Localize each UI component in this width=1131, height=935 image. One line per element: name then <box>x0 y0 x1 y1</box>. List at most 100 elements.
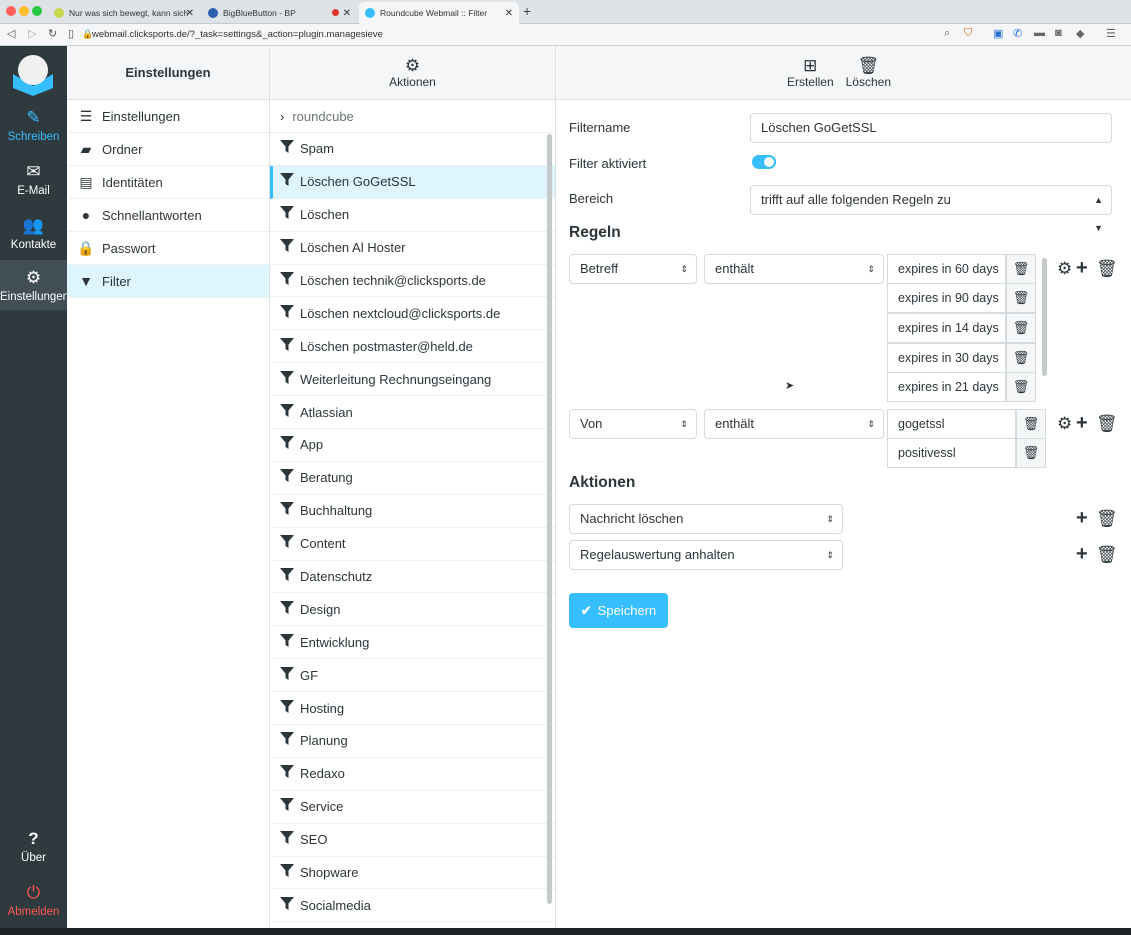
rule2-value-1-delete[interactable]: 🗑 <box>1016 409 1046 439</box>
action1-add-icon[interactable]: + <box>1076 507 1088 530</box>
rule2-delete-icon[interactable]: 🗑 <box>1096 414 1118 434</box>
rule1-value-1-delete[interactable]: 🗑 <box>1006 254 1036 284</box>
nav-compose[interactable]: ✎ Schreiben <box>0 108 67 160</box>
rule1-value-2[interactable]: expires in 90 days <box>887 283 1006 313</box>
url-field[interactable]: webmail.clicksports.de/?_task=settings&_… <box>92 26 992 43</box>
filter-list-item[interactable]: Weiterleitung Rechnungseingang <box>270 363 555 397</box>
filter-list-item[interactable]: Buchhaltung <box>270 495 555 528</box>
browser-tab-2[interactable]: BigBlueButton - BP ✕ <box>202 2 357 24</box>
rule1-advanced-gear-icon[interactable]: ⚙ <box>1057 259 1072 279</box>
settings-item-password[interactable]: 🔒 Passwort <box>67 232 269 265</box>
create-button[interactable]: ⊞ Erstellen <box>787 56 834 89</box>
filter-list-item[interactable]: Löschen Al Hoster <box>270 232 555 265</box>
filter-list-item[interactable]: Löschen <box>270 199 555 232</box>
camera-icon[interactable]: ◙ <box>1055 27 1062 39</box>
forward-icon[interactable]: ▷ <box>28 27 36 40</box>
rule2-value-2[interactable]: positivessl <box>887 438 1016 468</box>
action2-add-icon[interactable]: + <box>1076 543 1088 566</box>
settings-item-filter[interactable]: ▼ Filter <box>67 265 269 298</box>
filter-list-item[interactable]: App <box>270 429 555 462</box>
rule1-delete-icon[interactable]: 🗑 <box>1096 259 1118 279</box>
extension-icon[interactable]: ▣ <box>993 27 1003 40</box>
back-icon[interactable]: ◁ <box>7 27 15 40</box>
filter-enabled-toggle[interactable] <box>752 155 776 169</box>
rule1-value-5-delete[interactable]: 🗑 <box>1006 372 1036 402</box>
zoom-icon[interactable]: ⌕ <box>944 27 950 40</box>
close-tab-icon[interactable]: ✕ <box>186 8 194 19</box>
extension-icon[interactable]: ◆ <box>1076 27 1084 40</box>
rule1-value-2-delete[interactable]: 🗑 <box>1006 283 1036 313</box>
new-tab-icon[interactable]: + <box>523 3 531 19</box>
settings-item-folders[interactable]: ▰ Ordner <box>67 133 269 166</box>
maximize-window-button[interactable] <box>32 6 42 16</box>
filter-list-item[interactable]: Socialmedia <box>270 889 555 923</box>
filter-list-item[interactable]: Beratung <box>270 462 555 495</box>
filter-list-item[interactable]: Löschen nextcloud@clicksports.de <box>270 297 555 331</box>
nav-settings[interactable]: ⚙ Einstellungen <box>0 260 69 310</box>
filter-list-item[interactable]: Hosting <box>270 692 555 726</box>
rule1-value-3-delete[interactable]: 🗑 <box>1006 313 1036 343</box>
settings-item-responses[interactable]: ● Schnellantworten <box>67 199 269 232</box>
rule1-value-5[interactable]: expires in 21 days <box>887 372 1006 402</box>
browser-tab-1[interactable]: Nur was sich bewegt, kann sich ✕ <box>48 2 200 24</box>
rule2-header-select[interactable]: Von ⇕ <box>569 409 697 439</box>
bookmark-icon[interactable]: ▯ <box>68 27 74 40</box>
filter-list-item[interactable]: Löschen technik@clicksports.de <box>270 265 555 298</box>
filter-icon <box>280 502 294 519</box>
rule1-value-1[interactable]: expires in 60 days <box>887 254 1006 284</box>
extension-icon[interactable]: ▬ <box>1034 27 1045 39</box>
rule2-value-1[interactable]: gogetssl <box>887 409 1016 439</box>
minimize-window-button[interactable] <box>19 6 29 16</box>
filter-list-item[interactable]: SEO <box>270 824 555 857</box>
filter-set-header[interactable]: › roundcube <box>270 100 555 133</box>
settings-item-preferences[interactable]: ☰ Einstellungen <box>67 100 269 133</box>
action1-delete-icon[interactable]: 🗑 <box>1096 509 1118 529</box>
rule1-operator-select[interactable]: enthält ⇕ <box>704 254 884 284</box>
filter-list-item[interactable]: Shopware <box>270 857 555 890</box>
filtername-input[interactable]: Löschen GoGetSSL <box>750 113 1112 143</box>
scope-select[interactable]: trifft auf alle folgenden Regeln zu ▲ ▼ <box>750 185 1112 233</box>
browser-tab-3[interactable]: Roundcube Webmail :: Filter ✕ <box>359 2 519 24</box>
rule1-header-select[interactable]: Betreff ⇕ <box>569 254 697 284</box>
reload-icon[interactable]: ↻ <box>48 27 57 40</box>
action1-select[interactable]: Nachricht löschen ⇕ <box>569 504 843 534</box>
filter-list-item[interactable]: Service <box>270 791 555 824</box>
rule1-add-icon[interactable]: + <box>1076 257 1088 280</box>
filter-list-item[interactable]: Datenschutz <box>270 561 555 594</box>
rule2-operator-select[interactable]: enthält ⇕ <box>704 409 884 439</box>
filter-list-item[interactable]: Löschen GoGetSSL <box>270 165 555 199</box>
filter-list-item[interactable]: Löschen postmaster@held.de <box>270 330 555 364</box>
filter-list-item[interactable]: Redaxo <box>270 758 555 791</box>
filter-list-scrollbar[interactable] <box>547 134 552 904</box>
rule1-values-scrollbar[interactable] <box>1042 258 1047 376</box>
power-icon: ⏻ <box>26 883 41 902</box>
filter-list-item[interactable]: Atlassian <box>270 396 555 430</box>
filter-list-item[interactable]: Spam <box>270 133 555 166</box>
phone-icon[interactable]: ✆ <box>1013 27 1022 40</box>
close-tab-icon[interactable]: ✕ <box>343 8 351 19</box>
rule2-advanced-gear-icon[interactable]: ⚙ <box>1057 414 1072 434</box>
menu-icon[interactable]: ☰ <box>1106 27 1116 40</box>
rule1-value-4-delete[interactable]: 🗑 <box>1006 343 1036 373</box>
rule1-value-4[interactable]: expires in 30 days <box>887 343 1006 373</box>
brave-shield-icon[interactable]: ⛉ <box>964 27 972 40</box>
nav-mail[interactable]: ✉ E-Mail <box>0 162 67 214</box>
delete-button[interactable]: 🗑 Löschen <box>846 55 891 89</box>
rule2-value-2-delete[interactable]: 🗑 <box>1016 438 1046 468</box>
filter-list-item[interactable]: Design <box>270 593 555 627</box>
rule1-value-3[interactable]: expires in 14 days <box>887 313 1006 343</box>
action2-delete-icon[interactable]: 🗑 <box>1096 545 1118 565</box>
filter-list-item[interactable]: Entwicklung <box>270 626 555 660</box>
close-window-button[interactable] <box>6 6 16 16</box>
settings-item-identities[interactable]: ▤ Identitäten <box>67 166 269 199</box>
nav-about[interactable]: ? Über <box>0 829 67 881</box>
save-button[interactable]: ✔ Speichern <box>569 593 668 628</box>
close-tab-icon[interactable]: ✕ <box>505 8 513 19</box>
trash-icon: 🗑 <box>857 55 880 75</box>
action2-select[interactable]: Regelauswertung anhalten ⇕ <box>569 540 843 570</box>
filter-actions-button[interactable]: ⚙ Aktionen <box>270 46 555 100</box>
filter-list-item[interactable]: Planung <box>270 725 555 758</box>
filter-list-item[interactable]: GF <box>270 659 555 693</box>
filter-list-item[interactable]: Content <box>270 528 555 561</box>
rule2-add-icon[interactable]: + <box>1076 412 1088 435</box>
